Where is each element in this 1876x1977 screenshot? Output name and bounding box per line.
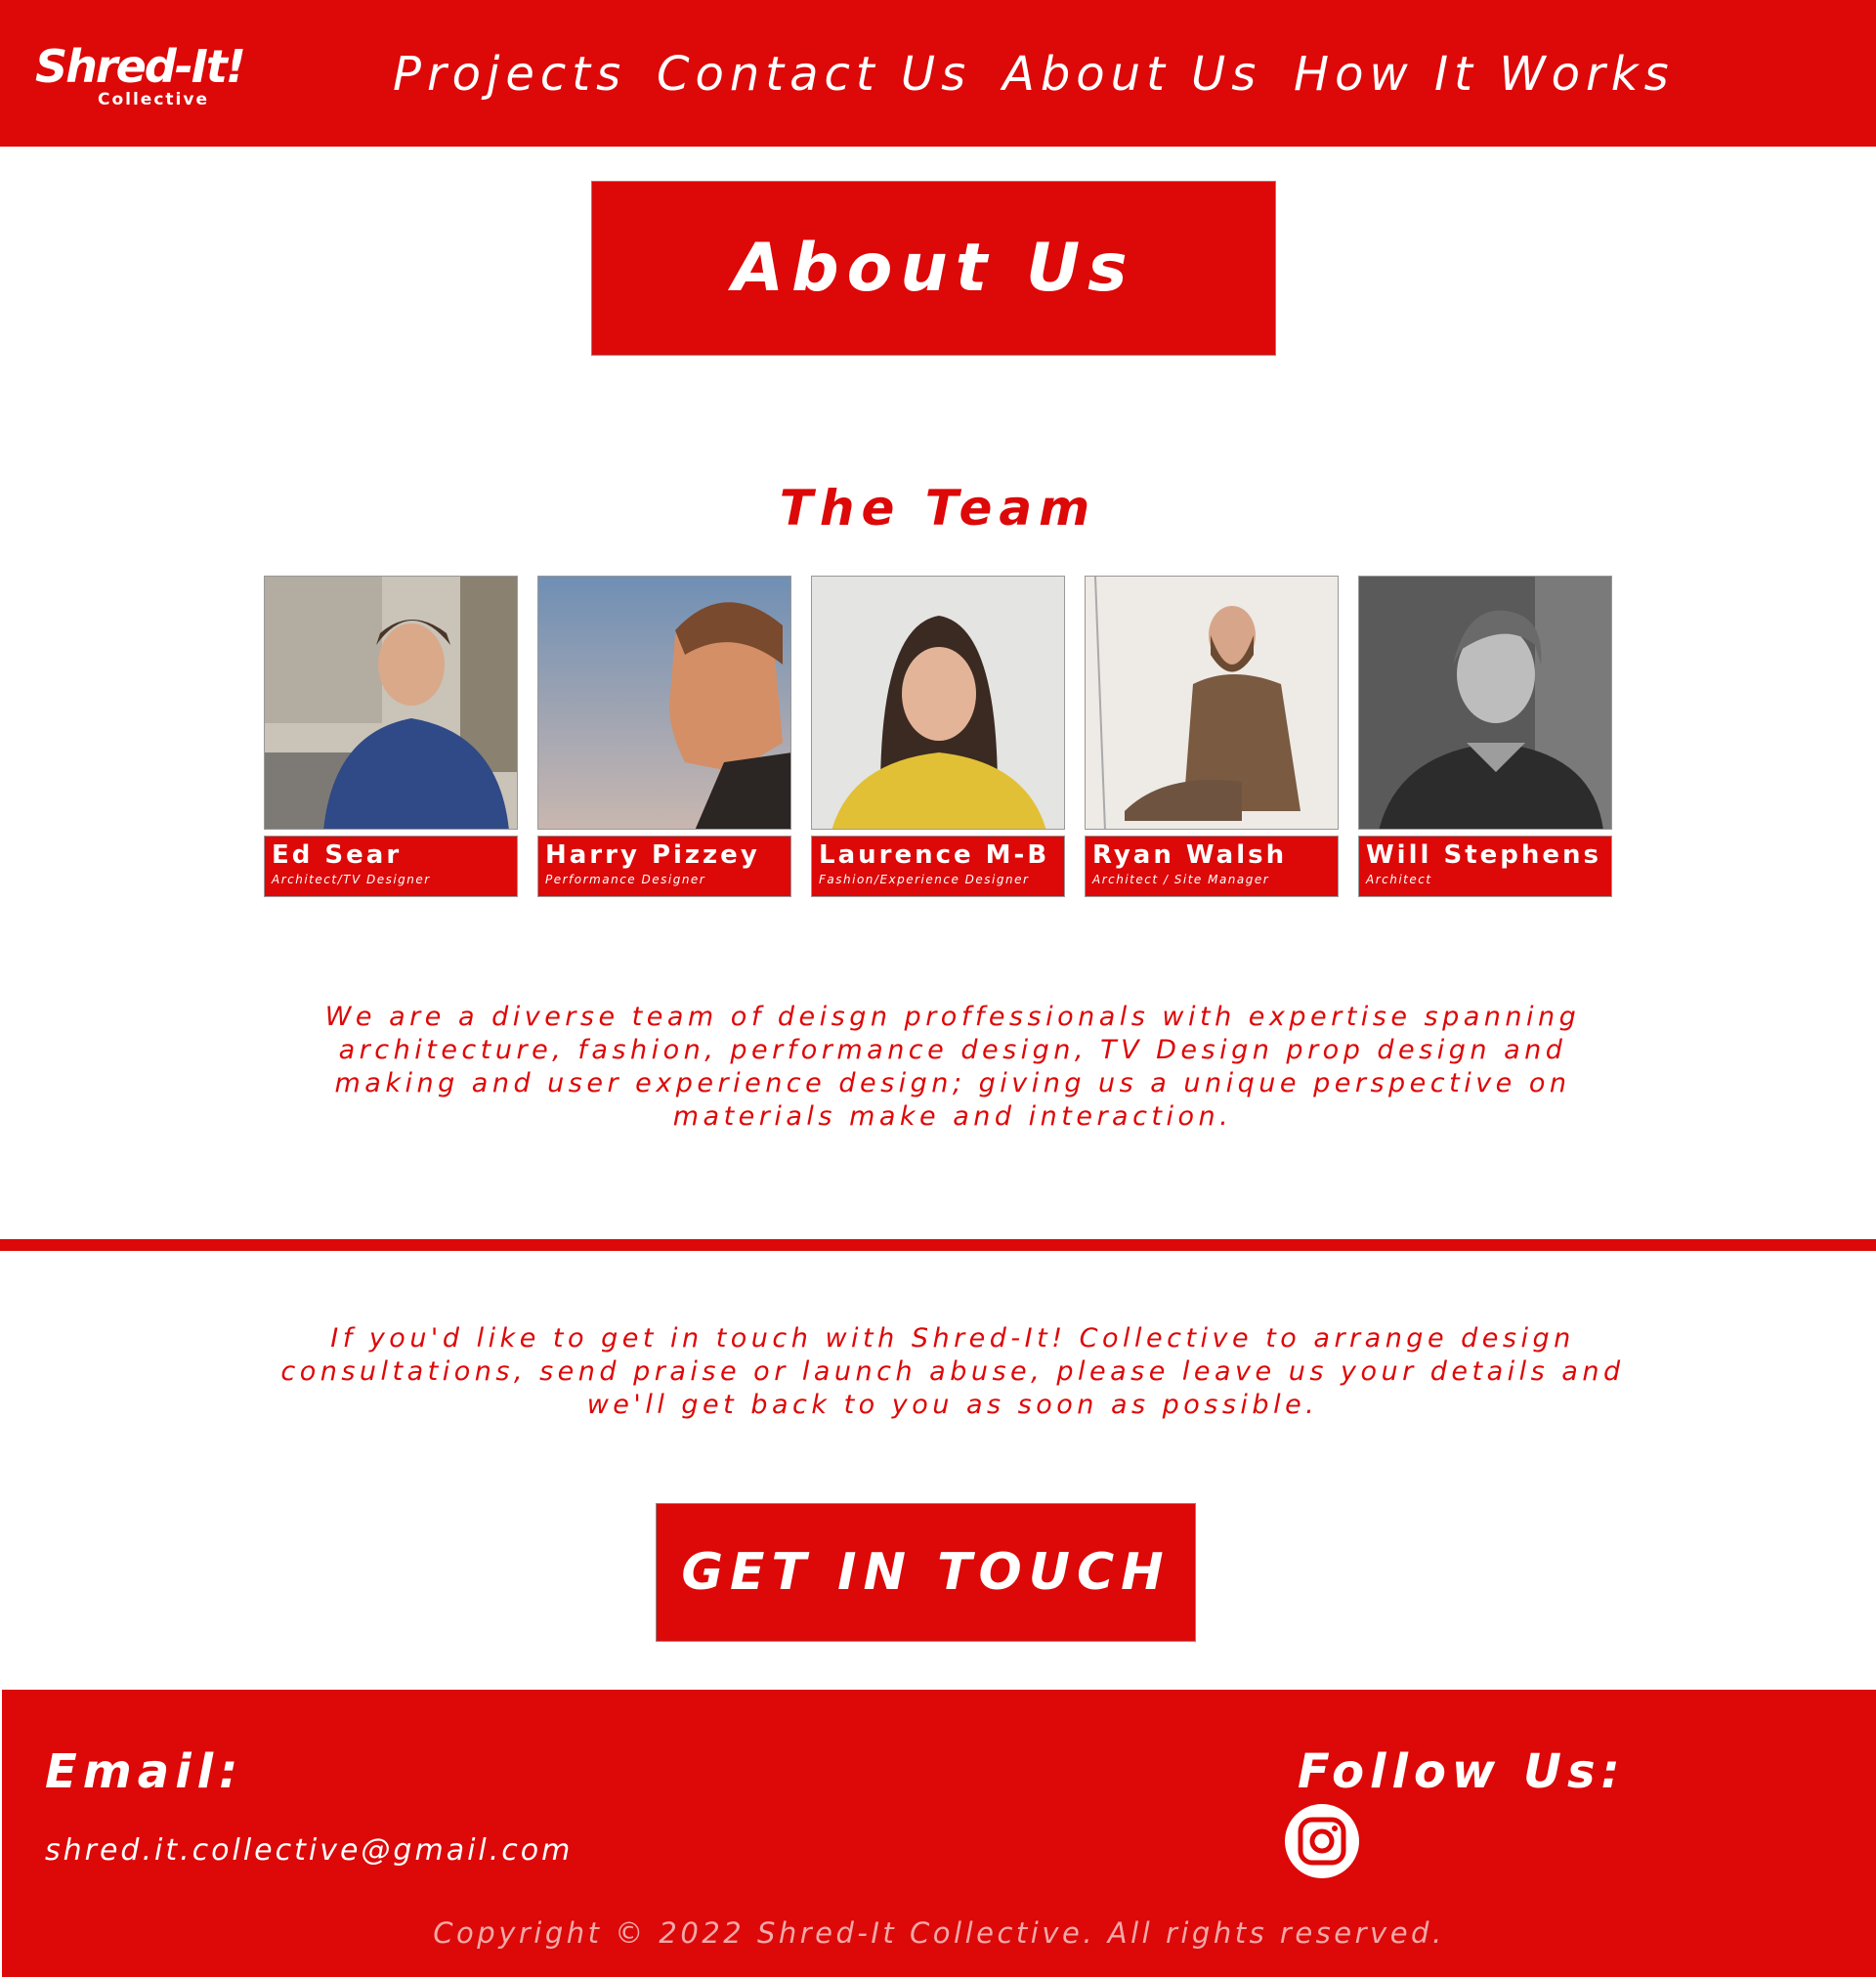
nav-projects[interactable]: Projects [393, 45, 626, 104]
team-description: We are a diverse team of deisgn proffess… [324, 1002, 1581, 1132]
section-divider [0, 1239, 1876, 1251]
team-member-photo [537, 576, 791, 830]
site-footer: Email: shred.it.collective@gmail.com Fol… [2, 1690, 1876, 1977]
team-member-name: Will Stephens [1366, 840, 1601, 870]
team-member-card: Laurence M-B Fashion/Experience Designer [811, 576, 1065, 897]
team-member-photo [811, 576, 1065, 830]
team-member-card: Ryan Walsh Architect / Site Manager [1085, 576, 1339, 897]
team-member-role: Performance Designer [545, 873, 706, 886]
team-member-photo [1085, 576, 1339, 830]
team-member-role: Architect/TV Designer [272, 873, 431, 886]
team-member-card: Harry Pizzey Performance Designer [537, 576, 791, 897]
team-member-name: Ed Sear [272, 840, 403, 870]
email-heading: Email: [45, 1744, 244, 1799]
email-link[interactable]: shred.it.collective@gmail.com [45, 1831, 573, 1870]
site-header: Shred-It! Collective Projects Contact Us… [0, 0, 1876, 147]
page-title: About Us [732, 230, 1135, 307]
copyright-text: Copyright © 2022 Shred-It Collective. Al… [433, 1916, 1445, 1950]
get-in-touch-label: GET IN TOUCH [681, 1543, 1171, 1602]
brand-logo[interactable]: Shred-It! Collective [35, 39, 260, 117]
team-member-name: Harry Pizzey [545, 840, 760, 870]
team-member-label: Harry Pizzey Performance Designer [537, 836, 791, 897]
team-member-label: Ryan Walsh Architect / Site Manager [1085, 836, 1339, 897]
nav-contact-us[interactable]: Contact Us [657, 45, 971, 104]
team-member-name: Ryan Walsh [1092, 840, 1288, 870]
team-member-label: Ed Sear Architect/TV Designer [264, 836, 518, 897]
team-member-card: Will Stephens Architect [1358, 576, 1612, 897]
contact-description: If you'd like to get in touch with Shred… [280, 1323, 1625, 1420]
get-in-touch-button[interactable]: GET IN TOUCH [656, 1503, 1196, 1642]
about-title-box: About Us [591, 181, 1276, 356]
team-member-role: Architect / Site Manager [1092, 873, 1270, 886]
nav-about-us[interactable]: About Us [1002, 45, 1261, 104]
team-member-label: Laurence M-B Fashion/Experience Designer [811, 836, 1065, 897]
team-member-role: Fashion/Experience Designer [819, 873, 1030, 886]
brand-name: Shred-It! [35, 40, 246, 93]
team-heading: The Team [779, 480, 1097, 537]
team-member-photo [1358, 576, 1612, 830]
team-member-photo [264, 576, 518, 830]
team-member-card: Ed Sear Architect/TV Designer [264, 576, 518, 897]
team-member-role: Architect [1366, 873, 1432, 886]
team-member-label: Will Stephens Architect [1358, 836, 1612, 897]
brand-subtitle: Collective [98, 90, 209, 109]
nav-how-it-works[interactable]: How It Works [1294, 45, 1675, 104]
instagram-icon[interactable] [1283, 1802, 1361, 1880]
follow-heading: Follow Us: [1298, 1744, 1626, 1799]
team-member-name: Laurence M-B [819, 840, 1050, 870]
